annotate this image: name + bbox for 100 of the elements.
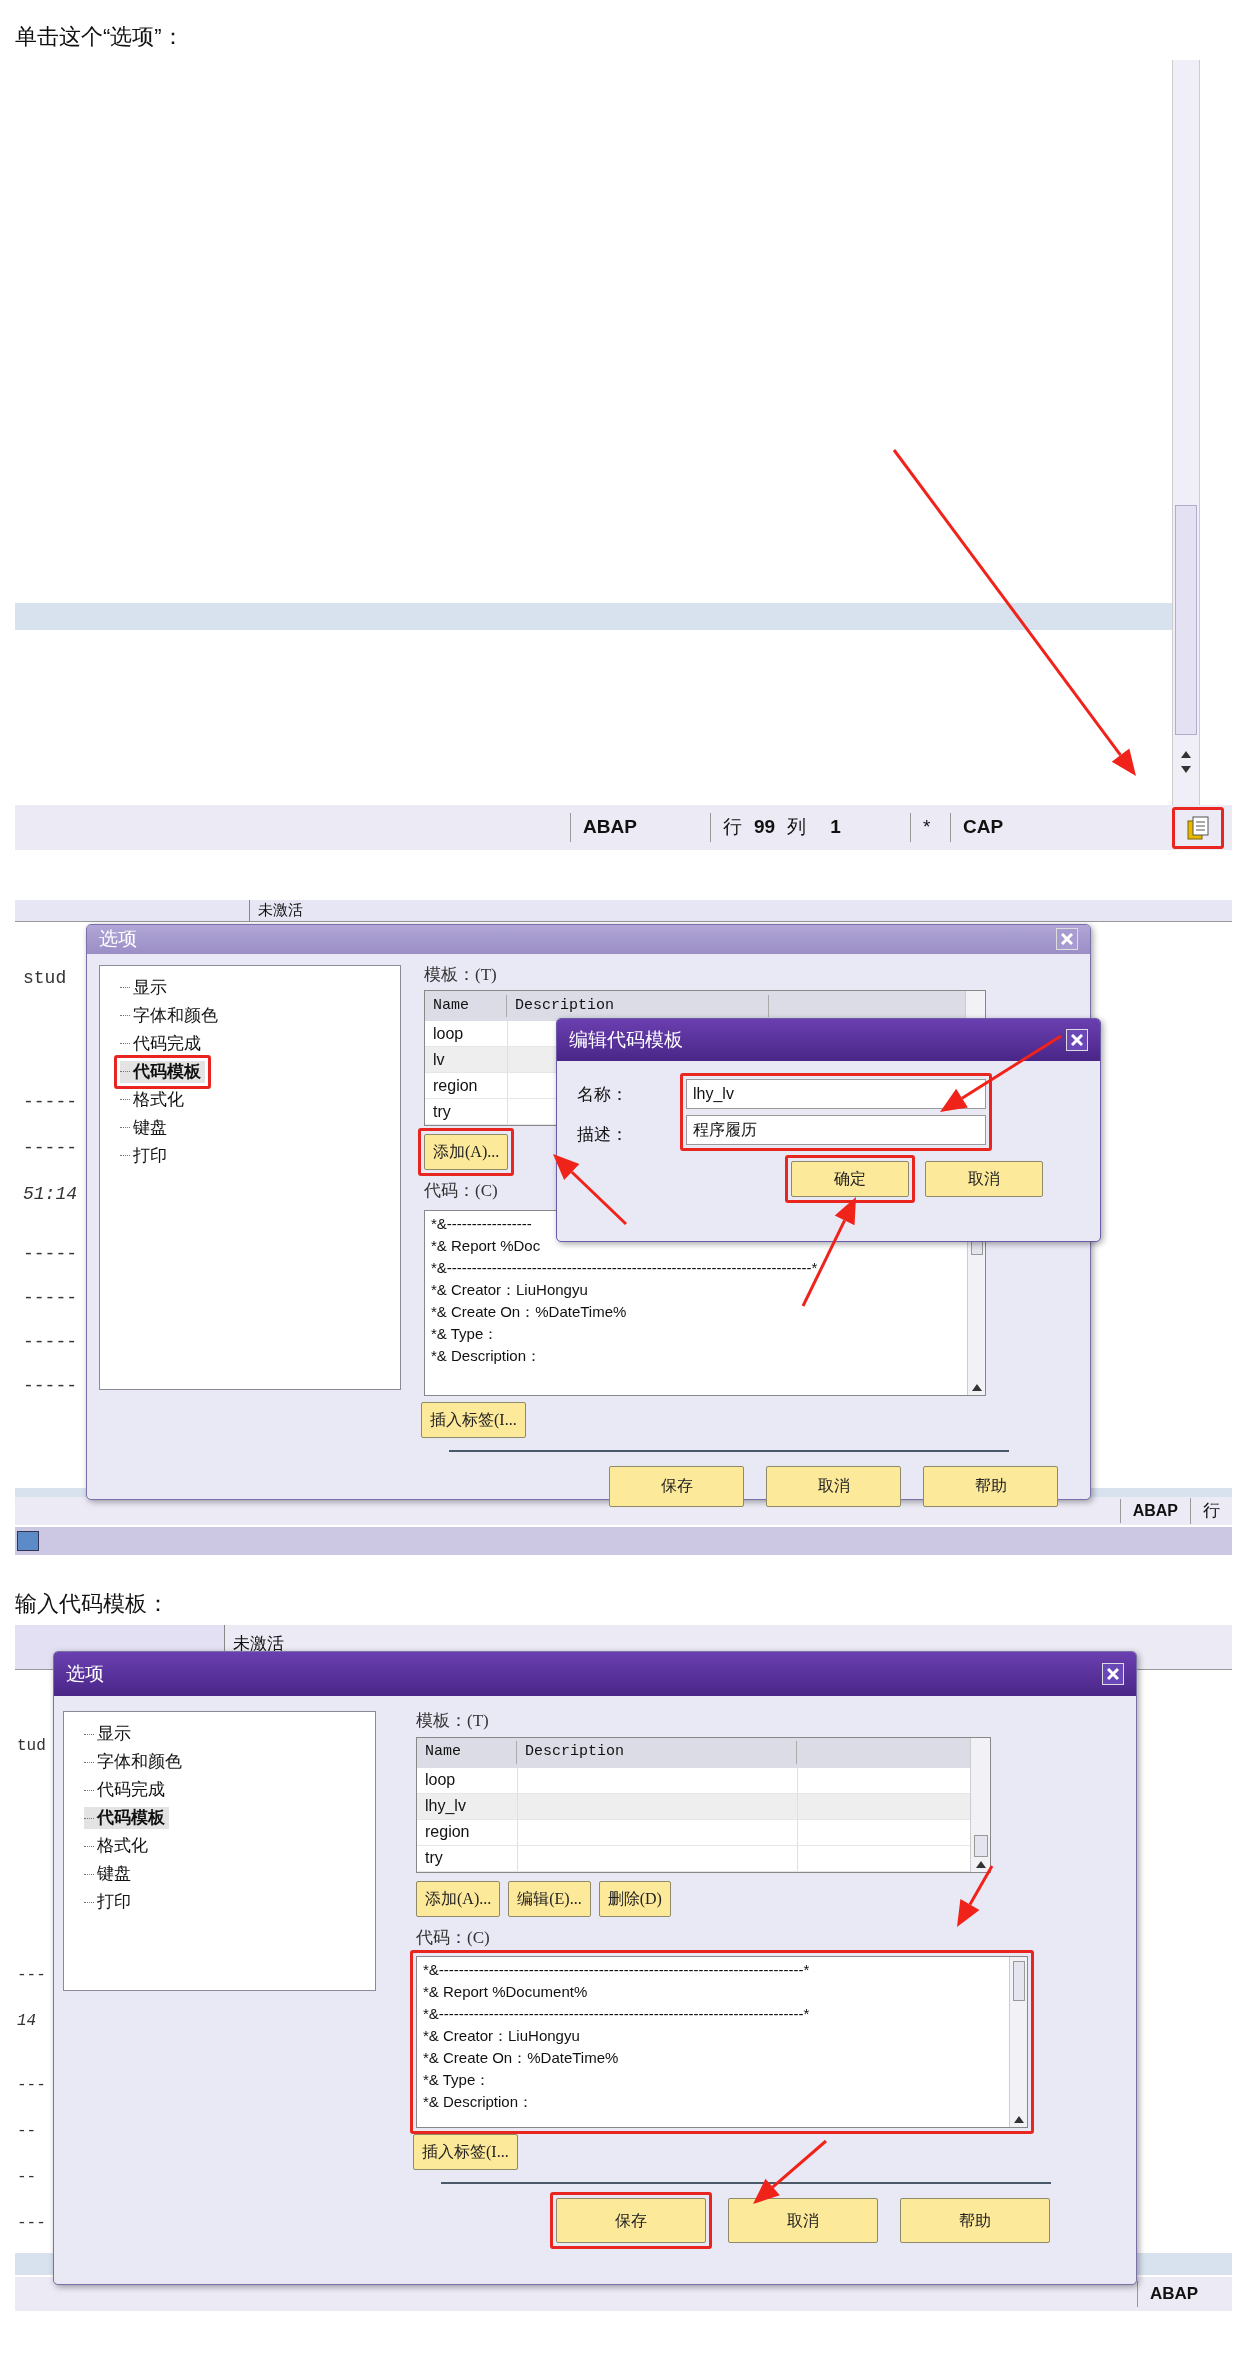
scroll-up-icon[interactable] (975, 1860, 986, 1868)
dialog-button[interactable]: 帮助 (900, 2198, 1050, 2243)
column-header[interactable]: Description (517, 1741, 797, 1764)
tree-item[interactable]: 键盘 (84, 1863, 135, 1885)
code-line: *& Type： (423, 2070, 492, 2090)
code-fragment: stud (23, 967, 67, 990)
tree-item[interactable]: 显示 (120, 976, 171, 999)
dialog-button[interactable]: 取消 (728, 2198, 878, 2243)
tree-item[interactable]: 显示 (84, 1723, 135, 1745)
field-label: 代码：(C) (424, 1180, 498, 1202)
code-fragment: ----- (23, 1331, 77, 1354)
field-label: 描述： (577, 1124, 628, 1146)
scrollbar-thumb[interactable] (973, 1834, 988, 1857)
status-text: 未激活 (257, 900, 303, 920)
code-fragment: --- (17, 2213, 46, 2234)
scroll-down-icon[interactable] (1181, 766, 1191, 773)
code-line: *&-------------------------------------------------------------------------* (431, 1257, 819, 1278)
field-label: 代码：(C) (416, 1926, 490, 1949)
column-header[interactable]: Description (507, 994, 769, 1018)
field-label: 名称： (577, 1084, 628, 1106)
dialog-button[interactable]: 添加(A)... (416, 1880, 501, 1917)
status-language: ABAP (570, 813, 710, 842)
status-label: 行 (1190, 1498, 1232, 1524)
dialog-button[interactable]: 插入标签(I... (413, 2134, 518, 2170)
code-fragment: ----- (23, 1137, 77, 1160)
code-fragment: ----- (23, 1375, 77, 1398)
code-fragment: -- (17, 2167, 37, 2188)
code-line: *& Creator：LiuHongyu (423, 2026, 581, 2046)
code-line: *& Report %Doc (431, 1235, 542, 1256)
tree-item[interactable]: 打印 (84, 1891, 135, 1913)
column-header[interactable]: Name (417, 1741, 517, 1764)
dialog-button[interactable]: 编辑(E)... (508, 1880, 591, 1917)
code-line: *& Type： (431, 1323, 500, 1344)
field-label: 模板：(T) (424, 963, 497, 986)
status-value: 1 (830, 815, 841, 840)
scroll-up-icon[interactable] (971, 1383, 982, 1391)
dialog-button[interactable]: 保存 (556, 2198, 706, 2243)
table-row[interactable]: region (417, 1819, 970, 1846)
close-icon[interactable] (1102, 1663, 1124, 1685)
table-row[interactable]: lhy_lv (417, 1793, 970, 1820)
scrollbar-thumb[interactable] (1012, 1961, 1025, 2001)
code-line: *& Create On：%DateTime% (431, 1301, 628, 1322)
status-caps: CAP (950, 813, 1060, 842)
tree-item[interactable]: 字体和颜色 (120, 1004, 222, 1027)
tree-item[interactable]: 打印 (120, 1144, 171, 1167)
dialog-title: 选项 (99, 927, 137, 951)
dialog-button[interactable]: 保存 (609, 1465, 744, 1507)
status-value: 99 (754, 815, 776, 840)
tree-item[interactable]: 代码模板 (120, 1060, 205, 1083)
tree-item[interactable]: 代码完成 (120, 1032, 205, 1055)
dialog-button[interactable]: 添加(A)... (424, 1134, 509, 1170)
dialog-button[interactable]: 删除(D) (598, 1880, 671, 1917)
table-row[interactable]: loop (417, 1767, 970, 1794)
tree-item[interactable]: 字体和颜色 (84, 1751, 186, 1773)
tree-item[interactable]: 代码模板 (84, 1807, 169, 1829)
input-field[interactable]: 程序履历 (686, 1115, 986, 1145)
input-field[interactable]: lhy_lv (686, 1079, 986, 1109)
code-fragment: -- (17, 2121, 37, 2142)
tree-item[interactable]: 格式化 (84, 1835, 152, 1857)
scrollbar-thumb[interactable] (1175, 505, 1197, 735)
status-label: 列 (787, 815, 807, 840)
scrollbar[interactable] (1009, 1957, 1027, 2127)
dialog-button[interactable]: 取消 (925, 1161, 1043, 1197)
status-text: 未激活 (232, 1633, 284, 1655)
tree-item[interactable]: 键盘 (120, 1116, 171, 1139)
tree-item[interactable]: 代码完成 (84, 1779, 169, 1801)
code-line: *& Creator：LiuHongyu (431, 1279, 589, 1300)
code-fragment: ----- (23, 1243, 77, 1266)
dialog-button[interactable]: 确定 (791, 1161, 909, 1197)
column-header[interactable]: Name (425, 994, 507, 1018)
scroll-up-icon[interactable] (1181, 751, 1191, 758)
table-cell-text: try (424, 1848, 444, 1868)
window-icon[interactable] (17, 1531, 39, 1551)
code-line: *& Create On：%DateTime% (423, 2048, 620, 2068)
close-icon[interactable] (1066, 1029, 1088, 1051)
tree-item[interactable]: 格式化 (120, 1088, 188, 1111)
code-fragment: --- (17, 1965, 46, 1986)
code-line: *& Report %Document% (423, 1982, 589, 2002)
notebook-icon[interactable] (1187, 815, 1209, 840)
caption: 输入代码模板： (14, 1590, 170, 1618)
table-cell-text: lv (432, 1049, 446, 1070)
code-fragment: --- (17, 2075, 46, 2096)
dialog-button[interactable]: 取消 (766, 1465, 901, 1507)
status-language: ABAP (1137, 2281, 1232, 2307)
status-label: 行 (723, 815, 742, 840)
dialog-button[interactable]: 帮助 (923, 1465, 1058, 1507)
table-row[interactable]: try (417, 1845, 970, 1872)
table-cell-text: region (432, 1075, 479, 1096)
table-cell-text: try (432, 1101, 452, 1122)
caption: 单击这个“选项”： (14, 23, 185, 51)
dialog-button[interactable]: 插入标签(I... (421, 1401, 526, 1438)
scrollbar[interactable] (1172, 60, 1200, 805)
field-label: 模板：(T) (416, 1710, 489, 1732)
scrollbar[interactable] (970, 1737, 990, 1872)
scroll-up-icon[interactable] (1013, 2116, 1024, 2123)
close-icon[interactable] (1056, 928, 1078, 951)
table-cell-text: region (424, 1822, 471, 1842)
code-fragment: 51:14 (23, 1183, 77, 1206)
table-cell-text: loop (432, 1023, 465, 1044)
code-fragment: tud (17, 1736, 46, 1757)
